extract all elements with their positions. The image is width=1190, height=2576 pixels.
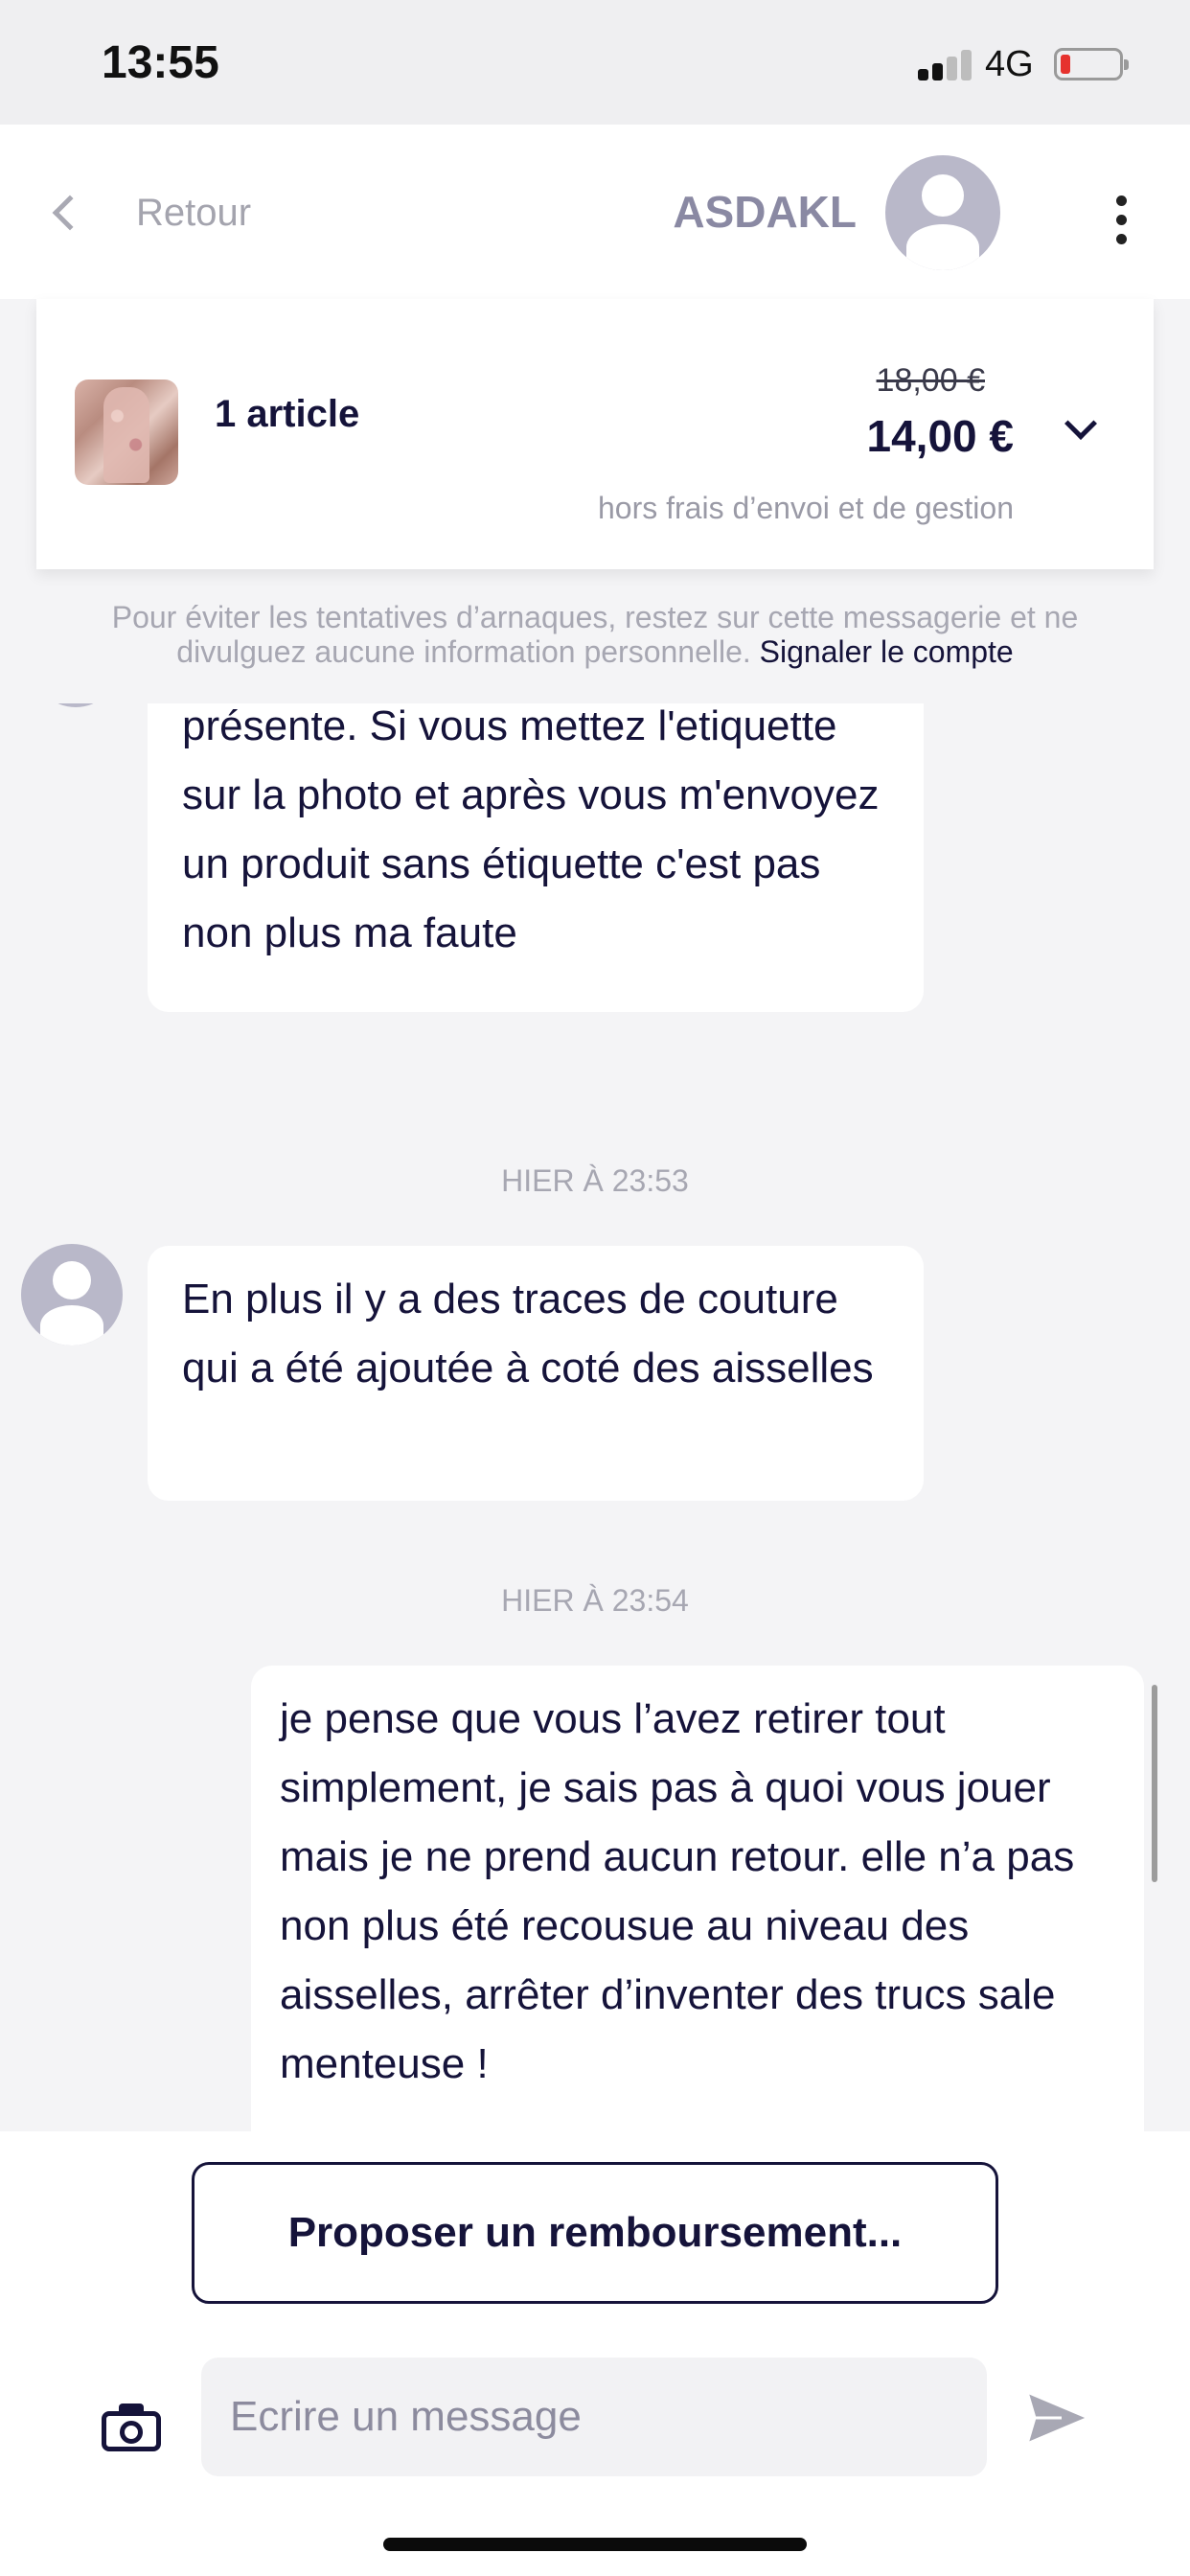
message-bubble-received: présente. Si vous mettez l'etiquette sur… <box>148 703 924 1012</box>
battery-icon <box>1054 48 1129 80</box>
network-type: 4G <box>985 44 1034 84</box>
chevron-left-icon <box>52 195 88 231</box>
back-button[interactable]: Retour <box>44 184 251 242</box>
message-timestamp: HIER À 23:53 <box>501 1163 689 1198</box>
more-vertical-icon[interactable] <box>1108 194 1134 247</box>
contact-avatar[interactable] <box>885 155 1000 270</box>
propose-refund-button[interactable]: Proposer un remboursement... <box>192 2162 998 2304</box>
message-timestamp: HIER À 23:54 <box>501 1583 689 1618</box>
send-icon[interactable] <box>1025 2390 1090 2446</box>
back-label: Retour <box>136 191 252 234</box>
contact-name[interactable]: ASDAKL <box>673 186 857 238</box>
new-price: 14,00 € <box>866 411 1014 461</box>
order-summary-card[interactable]: 1 article 18,00 € 14,00 € hors frais d’e… <box>36 299 1154 569</box>
shipping-note: hors frais d’envoi et de gestion <box>597 491 1014 525</box>
home-indicator <box>383 2538 807 2551</box>
status-time: 13:55 <box>102 37 219 88</box>
message-bubble-sent: je pense que vous l’avez retirer tout si… <box>251 1666 1144 2131</box>
chevron-down-icon[interactable] <box>1064 407 1097 440</box>
sender-avatar[interactable] <box>21 1244 123 1346</box>
report-account-link[interactable]: Signaler le compte <box>760 634 1014 669</box>
chat-header: Retour ASDAKL <box>0 125 1190 299</box>
message-thread[interactable]: présente. Si vous mettez l'etiquette sur… <box>0 703 1190 2131</box>
scam-warning: Pour éviter les tentatives d’arnaques, r… <box>77 600 1113 669</box>
camera-icon[interactable] <box>102 2402 161 2451</box>
scrollbar[interactable] <box>1152 1685 1157 1882</box>
old-price: 18,00 € <box>876 362 985 399</box>
message-input[interactable] <box>201 2358 987 2476</box>
status-bar: 13:55 4G <box>0 0 1190 125</box>
signal-icon <box>918 50 972 80</box>
composer-area: Proposer un remboursement... <box>0 2131 1190 2576</box>
sender-avatar <box>33 703 119 707</box>
article-thumbnail <box>75 380 178 485</box>
article-count: 1 article <box>215 393 360 435</box>
message-bubble-received: En plus il y a des traces de couture qui… <box>148 1246 924 1501</box>
